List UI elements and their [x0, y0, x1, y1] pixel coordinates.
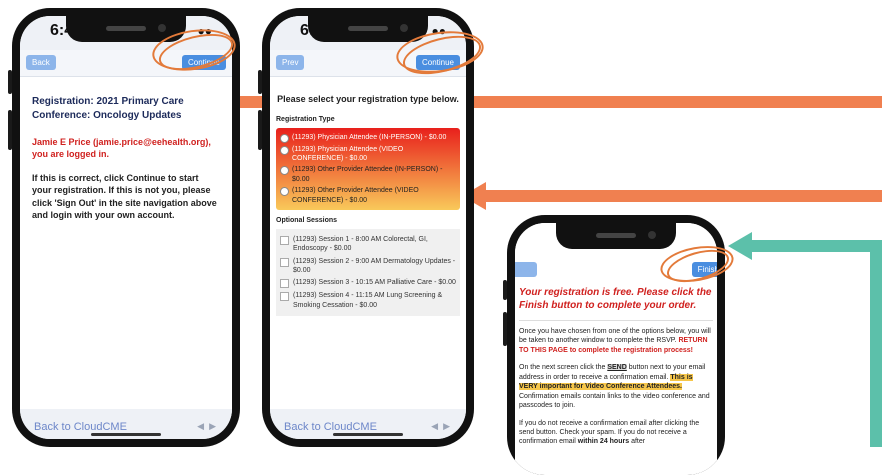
send-instructions: On the next screen click the SEND button… — [519, 364, 710, 410]
checkbox-icon — [280, 257, 289, 267]
bottom-bar: Back to CloudCME ◀ ▶ — [20, 409, 232, 439]
back-button[interactable]: Back — [26, 55, 56, 70]
prev-button[interactable]: Prev — [515, 262, 538, 277]
free-message: Your registration is free. Please click … — [519, 287, 712, 311]
session-option[interactable]: (11293) Session 4 - 11:15 AM Lung Screen… — [280, 291, 456, 310]
instructions: If this is correct, click Continue to st… — [32, 173, 217, 220]
rsvp-instructions: Once you have chosen from one of the opt… — [519, 328, 711, 354]
nav-arrows-icon[interactable]: ◀ ▶ — [431, 421, 450, 432]
phone-2: 6:42 ●● Prev Continue Please select your… — [262, 8, 474, 447]
notch — [308, 16, 428, 42]
teal-arrow-vertical — [870, 240, 882, 447]
checkbox-icon — [280, 292, 289, 302]
logged-in-message: Jamie E Price (jamie.price@eehealth.org)… — [32, 137, 211, 160]
registration-heading: Please select your registration type bel… — [277, 94, 459, 104]
nav-arrows-icon[interactable]: ◀ ▶ — [197, 421, 216, 432]
phone-1: 6:42 ●● Back Continue Registration: 2021… — [12, 8, 240, 447]
page-title: Registration: 2021 Primary Care Conferen… — [32, 96, 184, 121]
reg-option[interactable]: (11293) Physician Attendee (VIDEO CONFER… — [280, 145, 456, 164]
reg-option[interactable]: (11293) Physician Attendee (IN-PERSON) -… — [280, 133, 456, 143]
radio-icon — [280, 187, 289, 197]
reg-option[interactable]: (11293) Other Provider Attendee (IN-PERS… — [280, 165, 456, 184]
home-indicator — [333, 433, 403, 436]
radio-icon — [280, 166, 289, 176]
checkbox-icon — [280, 235, 289, 245]
reg-option[interactable]: (11293) Other Provider Attendee (VIDEO C… — [280, 186, 456, 205]
optional-sessions-label: Optional Sessions — [276, 217, 338, 225]
radio-icon — [280, 133, 289, 143]
registration-type-label: Registration Type — [276, 116, 335, 124]
back-to-cloudcme-link[interactable]: Back to CloudCME — [284, 421, 377, 433]
home-indicator — [91, 433, 161, 436]
registration-type-options: (11293) Physician Attendee (IN-PERSON) -… — [276, 127, 460, 211]
session-option[interactable]: (11293) Session 2 - 9:00 AM Dermatology … — [280, 257, 456, 276]
checkbox-icon — [280, 279, 289, 289]
session-option[interactable]: (11293) Session 1 - 8:00 AM Colorectal, … — [280, 235, 456, 254]
prev-button[interactable]: Prev — [276, 55, 305, 70]
optional-sessions: (11293) Session 1 - 8:00 AM Colorectal, … — [276, 228, 460, 317]
spam-instructions: If you do not receive a confirmation ema… — [519, 419, 700, 446]
session-option[interactable]: (11293) Session 3 - 10:15 AM Palliative … — [280, 278, 456, 289]
back-to-cloudcme-link[interactable]: Back to CloudCME — [34, 421, 127, 433]
notch — [556, 223, 676, 249]
bottom-bar: Back to CloudCME ◀ ▶ — [270, 409, 466, 439]
orange-arrow-2 — [462, 182, 882, 210]
radio-icon — [280, 145, 289, 155]
teal-arrow — [728, 232, 882, 260]
